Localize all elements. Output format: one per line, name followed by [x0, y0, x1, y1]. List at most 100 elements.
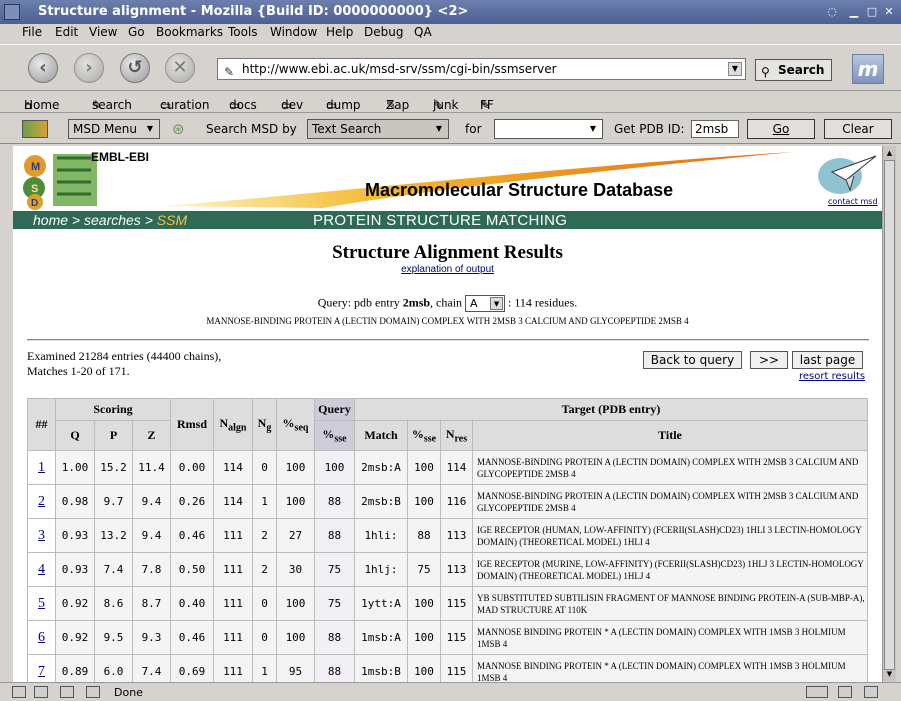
cell-title: MANNOSE-BINDING PROTEIN A (LECTIN DOMAIN…	[472, 484, 868, 519]
pdb-id-input[interactable]: 2msb	[691, 120, 739, 138]
cell-title: IGE RECEPTOR (HUMAN, LOW-AFFINITY) (FCER…	[472, 518, 868, 553]
result-index: 3	[27, 518, 56, 553]
window-menu-icon[interactable]	[4, 4, 20, 20]
search-type-select[interactable]: Text Search ▼	[307, 119, 449, 139]
mozilla-status-icon[interactable]	[12, 686, 26, 698]
cell-rmsd: 0.50	[170, 552, 214, 587]
results-table: ## Scoring Rmsd Nalgn Ng %seq Query Targ…	[27, 398, 868, 682]
result-link[interactable]: 1	[38, 460, 45, 475]
cell-match: 2msb:A	[354, 450, 408, 485]
cell-p: 9.5	[94, 620, 133, 655]
result-link[interactable]: 6	[38, 630, 45, 645]
result-index: 2	[27, 484, 56, 519]
forward-icon[interactable]: ›	[74, 53, 104, 83]
back-to-query-button[interactable]: Back to query	[643, 351, 742, 369]
page-title: PROTEIN STRUCTURE MATCHING	[313, 212, 568, 229]
scroll-down-icon[interactable]: ▼	[884, 668, 895, 680]
reload-icon[interactable]: ↺	[120, 53, 150, 83]
breadcrumb-ssm[interactable]: SSM	[157, 212, 187, 228]
paper-plane-icon[interactable]	[816, 150, 878, 196]
svg-text:D: D	[31, 198, 38, 209]
url-dropdown-icon[interactable]: ▼	[728, 62, 742, 76]
cell-query-sse: 75	[314, 552, 355, 587]
menu-bar: File Edit View Go Bookmarks Tools Window…	[0, 24, 901, 43]
result-link[interactable]: 5	[38, 596, 45, 611]
addressbook-icon[interactable]	[86, 686, 100, 698]
cell-nres: 116	[440, 484, 473, 519]
mozilla-logo[interactable]: m	[852, 54, 884, 84]
stop-icon[interactable]: ✕	[165, 53, 195, 83]
menu-view[interactable]: View	[89, 25, 117, 39]
cell-title: MANNOSE BINDING PROTEIN * A (LECTIN DOMA…	[472, 654, 868, 682]
scroll-thumb[interactable]	[884, 160, 895, 670]
menu-qa[interactable]: QA	[414, 25, 432, 39]
composer-icon[interactable]	[60, 686, 74, 698]
header-nalgn-sub: algn	[228, 422, 247, 434]
result-link[interactable]: 2	[38, 494, 45, 509]
cell-ng: 1	[252, 654, 277, 682]
for-select[interactable]: ▼	[494, 119, 603, 139]
go-button[interactable]: Go	[747, 119, 815, 139]
header-nres-main: N	[445, 426, 455, 441]
cell-match: 1ytt:A	[354, 586, 408, 621]
go-button-label: Go	[772, 122, 790, 136]
clear-button[interactable]: Clear	[824, 119, 892, 139]
menu-tools[interactable]: Tools	[228, 25, 258, 39]
table-row: 4 0.93 7.4 7.8 0.50 111 2 30 75 1hlj: 75 113 IGE REC…	[27, 552, 868, 587]
contact-msd-link[interactable]: contact msd	[828, 197, 878, 206]
cell-q: 0.93	[55, 552, 95, 587]
next-page-button[interactable]: >>	[750, 351, 788, 369]
menu-file[interactable]: File	[22, 25, 42, 39]
chevron-down-icon: ▼	[435, 124, 443, 133]
cell-query-sse: 100	[314, 450, 355, 485]
header-title: Title	[472, 420, 868, 451]
result-index: 4	[27, 552, 56, 587]
close-window-icon[interactable]: ✕	[883, 6, 895, 18]
popup-icon[interactable]	[838, 686, 852, 698]
header-ng-sub: g	[266, 422, 272, 434]
minimize-icon[interactable]: ▁	[848, 6, 860, 18]
navigation-toolbar: ‹ › ↺ ✕ ✎ http://www.ebi.ac.uk/msd-srv/s…	[0, 44, 901, 91]
breadcrumb-searches[interactable]: searches	[84, 212, 141, 228]
header-sse-main: %	[322, 426, 335, 441]
status-bar: Done	[0, 682, 901, 701]
menu-go[interactable]: Go	[128, 25, 145, 39]
last-page-button[interactable]: last page	[792, 351, 863, 369]
maximize-icon[interactable]: □	[866, 6, 878, 18]
result-index: 5	[27, 586, 56, 621]
result-link[interactable]: 7	[38, 664, 45, 679]
refresh-icon[interactable]: ◌	[826, 6, 838, 18]
menu-help[interactable]: Help	[326, 25, 353, 39]
cell-match: 2msb:B	[354, 484, 408, 519]
header-target-sse: %sse	[407, 420, 441, 451]
menu-edit[interactable]: Edit	[55, 25, 78, 39]
cell-query-sse: 88	[314, 484, 355, 519]
header-z: Z	[132, 420, 171, 451]
url-text: http://www.ebi.ac.uk/msd-srv/ssm/cgi-bin…	[242, 62, 557, 76]
header-scoring: Scoring	[55, 398, 171, 421]
window-title: Structure alignment - Mozilla {Build ID:…	[38, 4, 469, 19]
menu-debug[interactable]: Debug	[364, 25, 403, 39]
security-lock-icon[interactable]	[864, 686, 878, 698]
resort-results-link[interactable]: resort results	[799, 371, 865, 382]
menu-window[interactable]: Window	[270, 25, 317, 39]
header-query-sse: %sse	[314, 420, 355, 451]
table-row: 1 1.00 15.2 11.4 0.00 114 0 100 100 2msb:A 100 114 M…	[27, 450, 868, 485]
cell-ng: 1	[252, 484, 277, 519]
mail-icon[interactable]	[34, 686, 48, 698]
search-button[interactable]: ⚲ Search	[755, 59, 832, 81]
chain-select[interactable]: A ▼	[465, 295, 506, 312]
url-bar[interactable]: ✎ http://www.ebi.ac.uk/msd-srv/ssm/cgi-b…	[217, 58, 746, 80]
cell-title: MANNOSE BINDING PROTEIN * A (LECTIN DOMA…	[472, 620, 868, 655]
result-link[interactable]: 4	[38, 562, 45, 577]
back-icon[interactable]: ‹	[28, 53, 58, 83]
result-link[interactable]: 3	[38, 528, 45, 543]
cell-ng: 2	[252, 518, 277, 553]
scroll-up-icon[interactable]: ▲	[884, 147, 895, 159]
breadcrumb-home[interactable]: home	[33, 212, 68, 228]
cell-q: 0.92	[55, 586, 95, 621]
msd-menu-select[interactable]: MSD Menu ▼	[68, 119, 160, 139]
explanation-link[interactable]: explanation of output	[401, 264, 494, 275]
menu-bookmarks[interactable]: Bookmarks	[156, 25, 223, 39]
vertical-scrollbar[interactable]: ▲ ▼	[882, 146, 896, 682]
